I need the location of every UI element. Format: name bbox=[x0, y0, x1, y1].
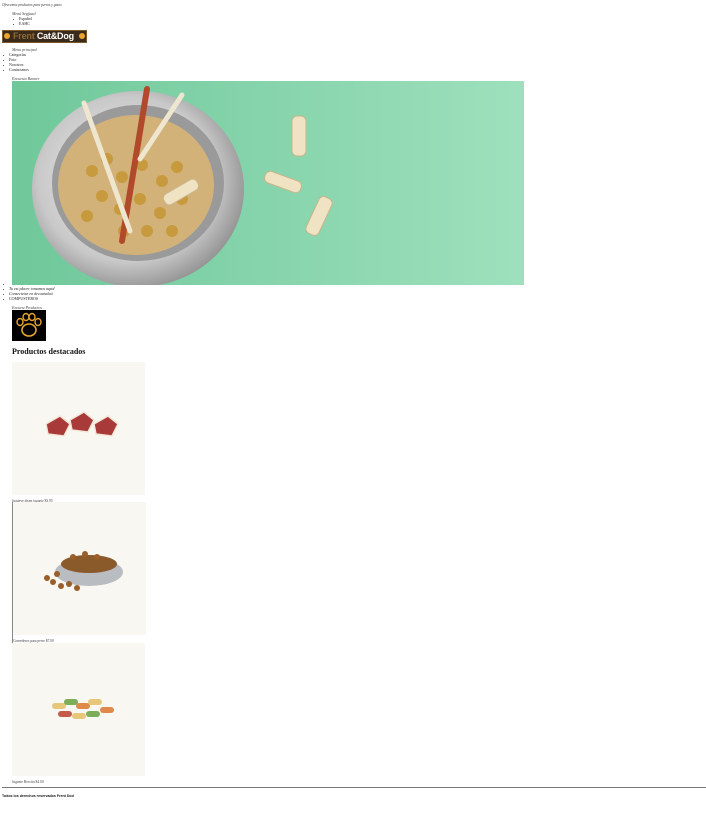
product-card[interactable]: Juguete Beccita $4.00 bbox=[12, 643, 145, 785]
banner-captions: Tu est placer tomamos tupid Consectetur … bbox=[9, 281, 54, 301]
product-image-biscuits[interactable] bbox=[12, 643, 145, 776]
paw-icon bbox=[79, 33, 85, 39]
product-image-food-bowl[interactable] bbox=[13, 502, 146, 635]
featured-products-title: Productos destacados bbox=[12, 347, 86, 356]
paw-icon bbox=[4, 33, 10, 39]
logo-text: Frent Cat&Dog bbox=[13, 31, 74, 41]
nav-item-contact[interactable]: Contactanos bbox=[3, 67, 37, 72]
main-menu: Menu principal Categorías Foto Nosotros … bbox=[9, 47, 37, 72]
top-note: Ofrecemos productos para perros y gatos bbox=[2, 3, 62, 7]
paw-icon bbox=[12, 310, 46, 341]
banner-image bbox=[12, 81, 524, 285]
product-card[interactable]: Jugueve disen juguete $3.95 bbox=[12, 362, 145, 504]
footer-copyright: Todos los derechos reservados Frent Dod bbox=[2, 794, 74, 798]
product-image-treats[interactable] bbox=[12, 362, 145, 495]
site-logo[interactable]: Frent Cat&Dog bbox=[2, 30, 87, 43]
product-card[interactable]: Comederos para perro $7.00 bbox=[12, 502, 146, 644]
footer-divider bbox=[2, 787, 706, 788]
language-option-2[interactable]: EAHC bbox=[3, 21, 36, 26]
banner-caption[interactable]: COMPUSTEROS bbox=[3, 296, 54, 301]
language-menu: Menú Segfuzal Español EAHC bbox=[12, 11, 36, 26]
product-caption[interactable]: Juguete Beccita $4.00 bbox=[12, 780, 145, 785]
